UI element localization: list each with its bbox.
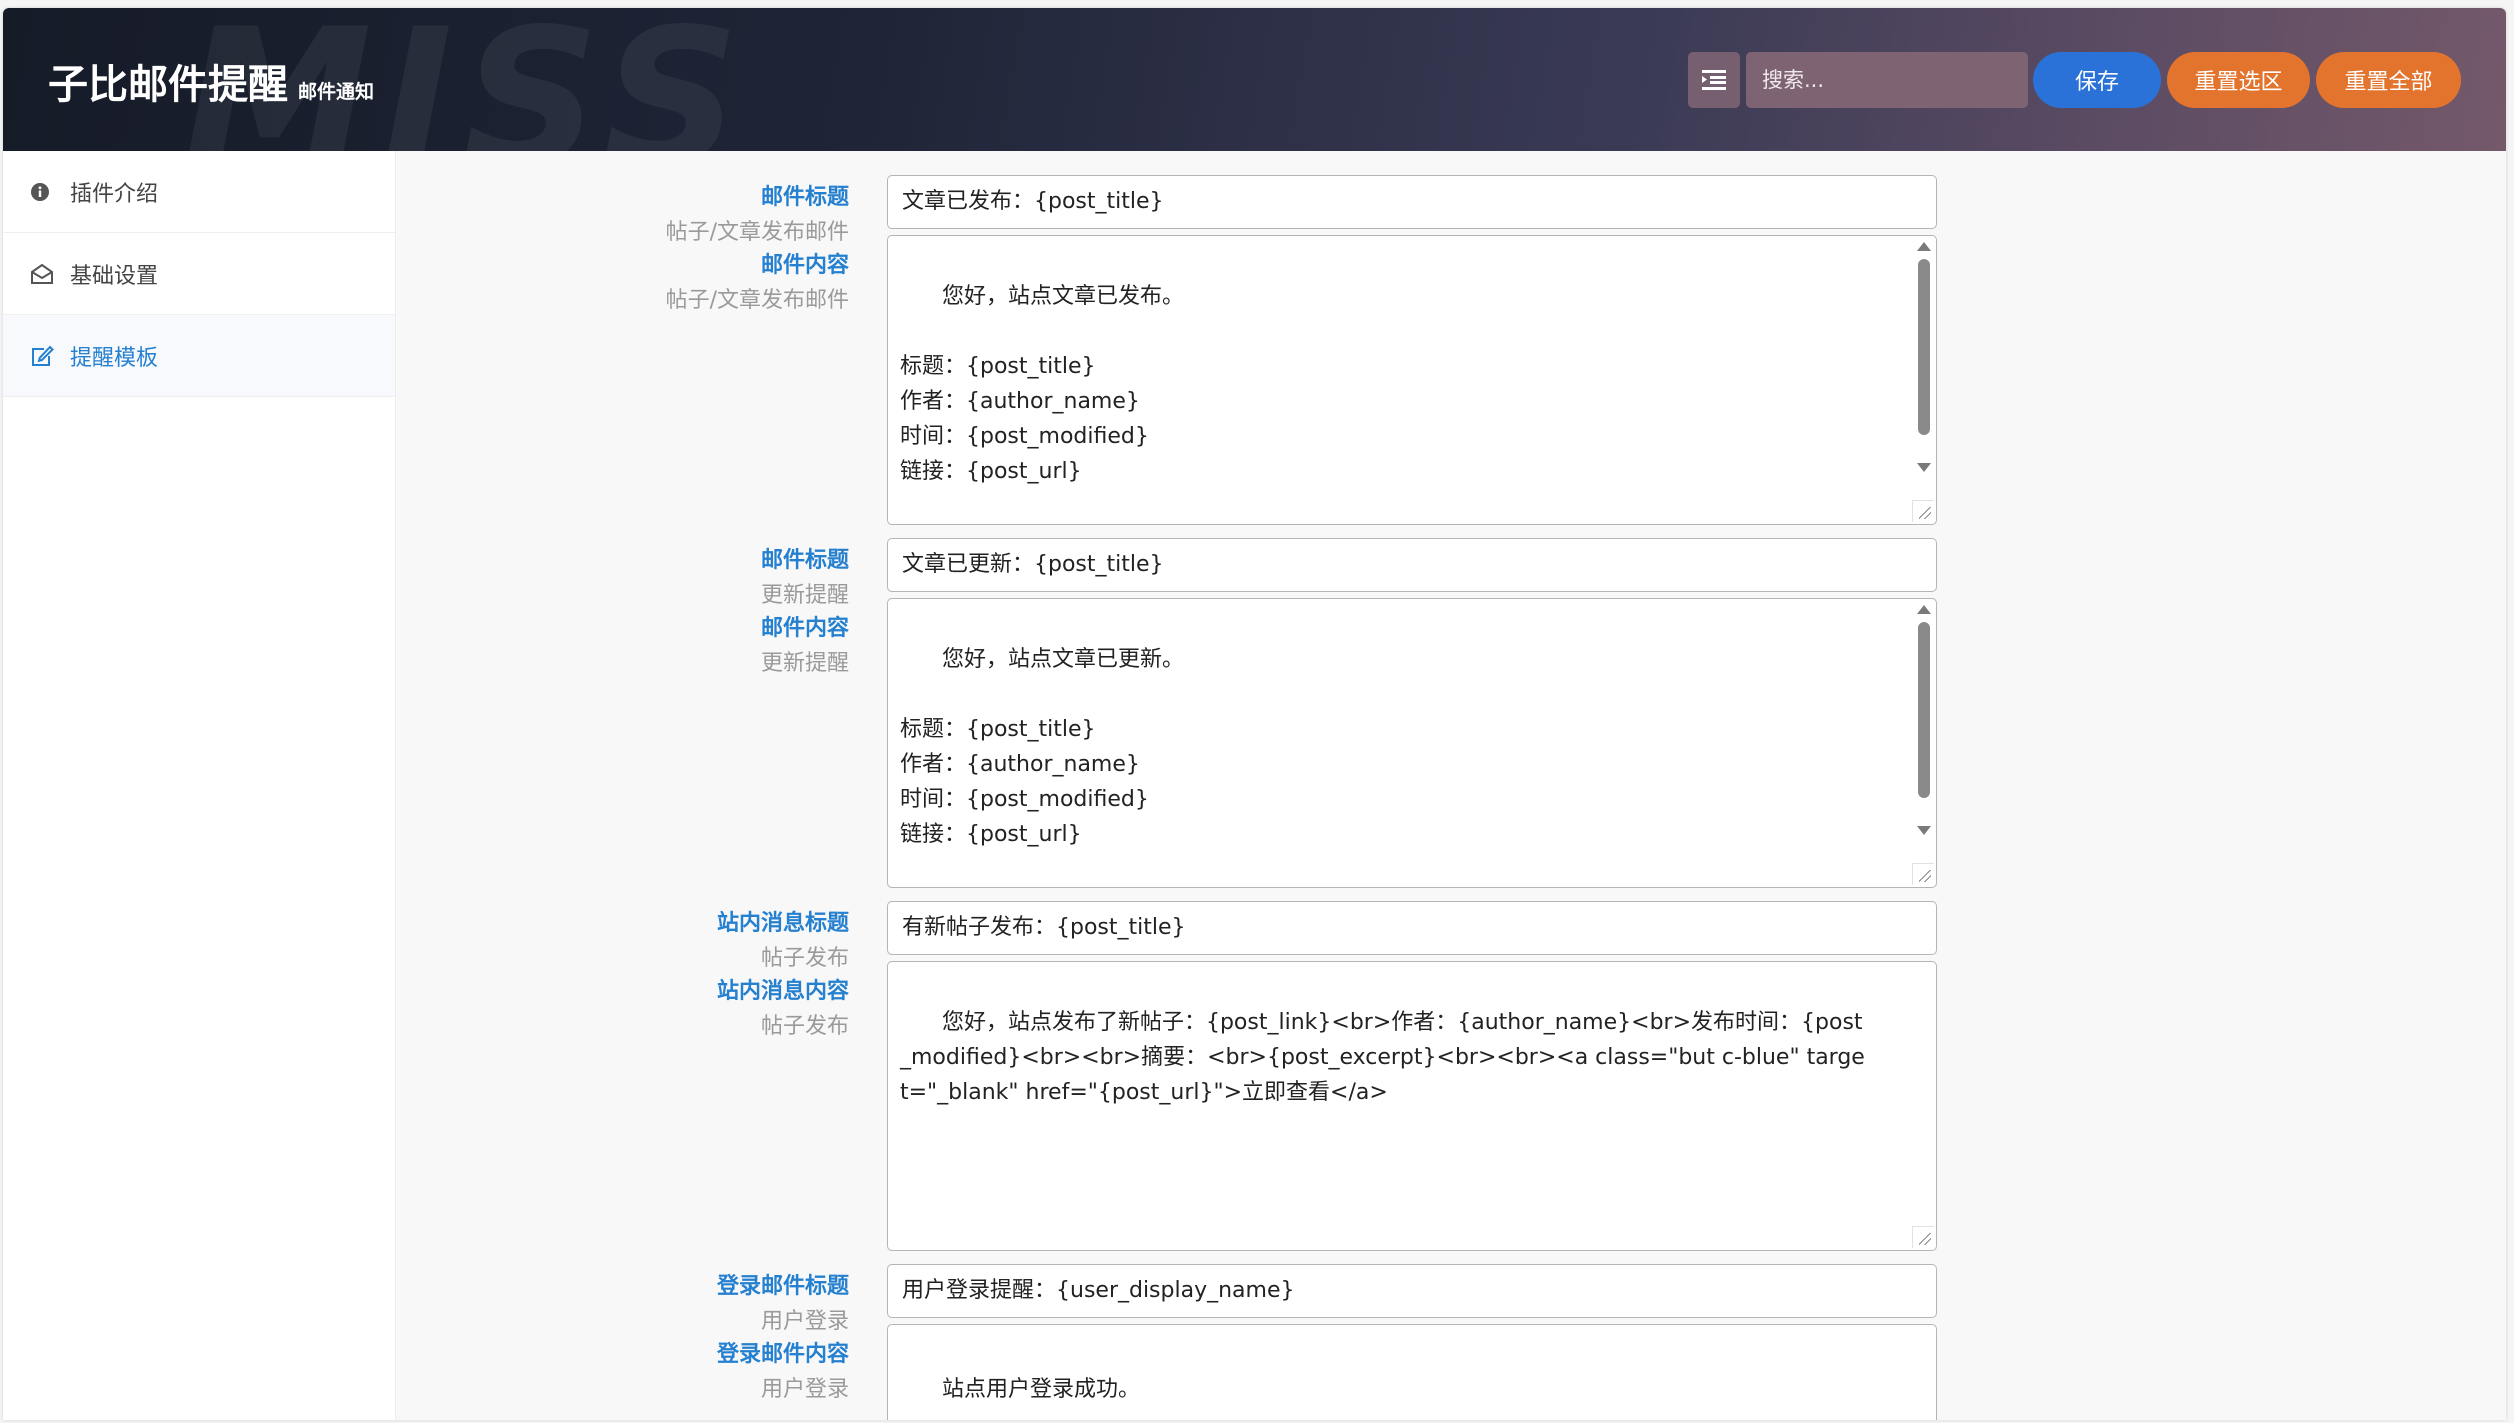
field-title-sublabel: 更新提醒	[760, 583, 849, 608]
login-email-content-textarea[interactable]: 站点用户登录成功。 用户：{user_display_name}（{user_l…	[887, 1324, 1937, 1420]
textarea-text: 您好，站点发布了新帖子：{post_link}<br>作者：{author_na…	[900, 1010, 1865, 1105]
envelope-open-icon	[30, 262, 60, 286]
textarea-text: 站点用户登录成功。 用户：{user_display_name}（{user_l…	[941, 1377, 1140, 1402]
field-content-label: 邮件内容	[760, 253, 849, 278]
main-content: 邮件标题 帖子/文章发布邮件 邮件内容 帖子/文章发布邮件 文章已发布：{pos…	[397, 151, 2506, 1420]
scroll-thumb[interactable]	[1918, 622, 1930, 798]
scroll-down-icon[interactable]	[1917, 826, 1931, 835]
field-content-label: 站内消息内容	[716, 979, 849, 1004]
reset-section-button[interactable]: 重置选区	[2167, 52, 2310, 108]
sidebar-item-basic-settings[interactable]: 基础设置	[3, 233, 395, 315]
email-content-textarea[interactable]: 您好，站点文章已更新。 标题：{post_title} 作者：{author_n…	[887, 598, 1937, 888]
message-content-textarea[interactable]: 您好，站点发布了新帖子：{post_link}<br>作者：{author_na…	[887, 961, 1937, 1251]
app-window: MISS 子比邮件提醒邮件通知 保存 重置选区 重置全部 插件介绍	[3, 8, 2506, 1420]
field-title-sublabel: 帖子发布	[760, 946, 849, 971]
email-title-input[interactable]: 文章已更新：{post_title}	[887, 538, 1937, 592]
field-content-sublabel: 用户登录	[760, 1377, 849, 1402]
resize-handle-icon[interactable]	[1912, 863, 1934, 885]
scroll-up-icon[interactable]	[1917, 242, 1931, 251]
app-title-text: 子比邮件提醒	[48, 62, 288, 108]
field-content-label: 登录邮件内容	[716, 1342, 849, 1367]
field-title-sublabel: 帖子/文章发布邮件	[665, 220, 849, 245]
textarea-text: 您好，站点文章已发布。 标题：{post_title} 作者：{author_n…	[900, 284, 1184, 484]
field-title-label: 邮件标题	[760, 548, 849, 573]
menu-toggle-button[interactable]	[1688, 52, 1740, 108]
field-title-label: 登录邮件标题	[716, 1274, 849, 1299]
sidebar: 插件介绍 基础设置 提醒模板	[3, 151, 396, 1420]
list-indent-icon	[1702, 70, 1726, 90]
scroll-up-icon[interactable]	[1917, 605, 1931, 614]
field-title-label: 邮件标题	[760, 185, 849, 210]
app-subtitle: 邮件通知	[298, 81, 375, 103]
header-bar: MISS 子比邮件提醒邮件通知 保存 重置选区 重置全部	[3, 8, 2506, 151]
field-content-sublabel: 更新提醒	[760, 651, 849, 676]
reset-all-button[interactable]: 重置全部	[2316, 52, 2461, 108]
login-email-title-input[interactable]: 用户登录提醒：{user_display_name}	[887, 1264, 1937, 1318]
field-content-label: 邮件内容	[760, 616, 849, 641]
resize-handle-icon[interactable]	[1912, 1226, 1934, 1248]
sidebar-item-label: 插件介绍	[70, 181, 159, 207]
message-title-input[interactable]: 有新帖子发布：{post_title}	[887, 901, 1937, 955]
sidebar-item-label: 提醒模板	[70, 345, 159, 371]
resize-handle-icon[interactable]	[1912, 500, 1934, 522]
search-input[interactable]	[1746, 52, 2028, 108]
field-content-sublabel: 帖子发布	[760, 1014, 849, 1039]
page-title: 子比邮件提醒 邮件通知	[48, 52, 374, 110]
sidebar-item-label: 基础设置	[70, 263, 159, 289]
textarea-scrollbar[interactable]	[1916, 240, 1932, 480]
sidebar-item-reminder-templates[interactable]: 提醒模板	[3, 315, 395, 397]
field-title-sublabel: 用户登录	[760, 1309, 849, 1334]
field-content-sublabel: 帖子/文章发布邮件	[665, 288, 849, 313]
scroll-thumb[interactable]	[1918, 259, 1930, 435]
sidebar-item-plugin-intro[interactable]: 插件介绍	[3, 151, 395, 233]
info-circle-icon	[30, 180, 60, 204]
email-content-textarea[interactable]: 您好，站点文章已发布。 标题：{post_title} 作者：{author_n…	[887, 235, 1937, 525]
email-title-input[interactable]: 文章已发布：{post_title}	[887, 175, 1937, 229]
textarea-text: 您好，站点文章已更新。 标题：{post_title} 作者：{author_n…	[900, 647, 1184, 847]
scroll-down-icon[interactable]	[1917, 463, 1931, 472]
textarea-scrollbar[interactable]	[1916, 603, 1932, 843]
edit-icon	[30, 344, 60, 368]
field-title-label: 站内消息标题	[716, 911, 849, 936]
save-button[interactable]: 保存	[2033, 52, 2161, 108]
